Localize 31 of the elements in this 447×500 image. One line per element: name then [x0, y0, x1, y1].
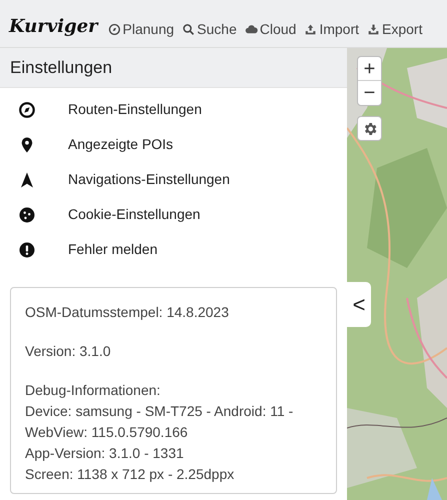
- debug-info-text: Debug-Informationen:: [25, 381, 162, 400]
- compass-icon: [18, 100, 36, 118]
- nav-link[interactable]: Import: [304, 19, 360, 40]
- compass-icon: [108, 23, 121, 36]
- nav-link[interactable]: Export: [367, 19, 422, 40]
- settings-menu-item[interactable]: Navigations-Einstellungen: [0, 162, 347, 197]
- cookie-icon: [18, 206, 36, 224]
- app-logo[interactable]: Kurviger: [9, 13, 98, 40]
- nav-link[interactable]: Planung: [108, 19, 174, 40]
- panel-title: Einstellungen: [10, 56, 112, 79]
- download-icon: [367, 23, 380, 36]
- settings-menu-item[interactable]: Routen-Einstellungen: [0, 92, 347, 127]
- settings-menu-item[interactable]: Cookie-Einstellungen: [0, 197, 347, 232]
- version-text: Version: 3.1.0: [25, 342, 112, 361]
- zoom-out-button[interactable]: −: [358, 81, 381, 105]
- nav-link[interactable]: Suche: [182, 19, 237, 40]
- nav-link[interactable]: Cloud: [244, 19, 296, 40]
- cloud-icon: [244, 23, 258, 36]
- debug-info-text: Screen: 1138 x 712 px - 2.25dppx: [25, 465, 236, 484]
- debug-info-text: Device: samsung - SM-T725 - Android: 11 - WebView: 115.0.5790.166: [25, 402, 294, 442]
- settings-button[interactable]: [357, 116, 382, 141]
- settings-menu-item[interactable]: Fehler melden: [0, 232, 347, 267]
- collapse-panel-button[interactable]: <: [347, 282, 371, 327]
- alert-icon: [18, 240, 36, 258]
- upload-icon: [304, 23, 318, 36]
- zoom-in-button[interactable]: +: [358, 57, 381, 81]
- navigation-arrow-icon: [18, 170, 36, 188]
- debug-info-text: App-Version: 3.1.0 - 1331: [25, 444, 185, 463]
- settings-menu-item[interactable]: Angezeigte POIs: [0, 127, 347, 162]
- search-icon: [182, 23, 196, 36]
- osm-timestamp-text: OSM-Datumsstempel: 14.8.2023: [25, 303, 230, 322]
